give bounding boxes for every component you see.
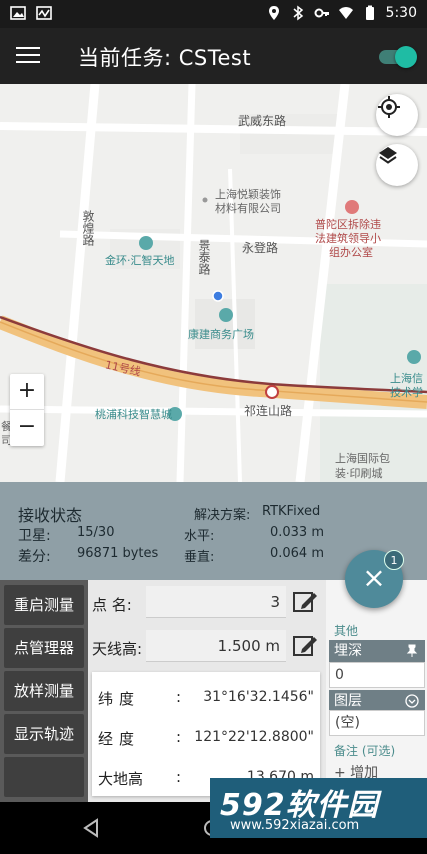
crosshair-icon — [378, 96, 400, 118]
zoom-out-button[interactable]: − — [10, 410, 44, 446]
location-icon — [268, 6, 279, 20]
satellite-label: 卫星: — [18, 528, 51, 544]
map-label-poi: 组办公室 — [329, 246, 373, 259]
point-name-label: 点 名: — [92, 596, 132, 614]
other-panel: 其他 埋深 0 图层 (空) 备注 (可选) + 增加 — [326, 580, 427, 802]
point-name-input[interactable]: 3 — [146, 586, 286, 618]
layer-header: 图层 — [329, 690, 425, 712]
page-title: 当前任务: CSTest — [78, 46, 252, 70]
horizontal-value: 0.033 m — [269, 525, 324, 540]
empty-button[interactable] — [4, 757, 84, 797]
map-label-road: 景泰路 — [197, 239, 211, 275]
solution-label: 解决方案: — [194, 508, 251, 523]
wifi-icon — [338, 7, 353, 19]
vertical-label: 垂直: — [184, 550, 215, 565]
map-label-road: 永登路 — [242, 241, 279, 255]
map-label-poi: 金环·汇智天地 — [105, 254, 175, 267]
bluetooth-icon — [293, 5, 303, 21]
latitude-label: 纬度 — [98, 690, 141, 708]
map-view[interactable]: 武威东路 敦煌路 景泰路 永登路 祁连山路 11号线 上海悦颖装饰 材料有限公司… — [0, 84, 427, 482]
action-sidebar: 重启测量 点管理器 放样测量 显示轨迹 — [0, 580, 88, 802]
remark-label: 备注 (可选) — [334, 744, 396, 758]
image-icon — [10, 6, 26, 20]
point-fields: 点 名: 3 天线高: 1.500 m 纬度 : 31°16'32.1456" … — [88, 580, 326, 802]
restart-survey-button[interactable]: 重启测量 — [4, 585, 84, 625]
receive-status-title: 接收状态 — [18, 506, 83, 525]
layers-icon — [379, 147, 397, 164]
latitude-colon: : — [176, 688, 182, 706]
chevron-down-icon[interactable] — [405, 694, 419, 708]
vertical-value: 0.064 m — [269, 546, 324, 561]
map-label-poi: 桃浦科技智慧城 — [95, 408, 172, 421]
stakeout-button[interactable]: 放样测量 — [4, 671, 84, 711]
antenna-height-label: 天线高: — [92, 640, 143, 658]
map-label-poi: 上海国际包 — [335, 452, 390, 465]
clock: 5:30 — [385, 5, 417, 21]
map-label-road: 武威东路 — [238, 114, 287, 128]
height-label: 大地高 — [98, 770, 144, 788]
other-heading: 其他 — [334, 624, 359, 638]
longitude-label: 经度 — [98, 730, 141, 748]
point-manager-button[interactable]: 点管理器 — [4, 628, 84, 668]
map-label-poi: 技术学 — [390, 386, 423, 399]
watermark-url: www.592xiazai.com — [230, 818, 360, 833]
status-bar: 5:30 — [0, 0, 427, 28]
pin-icon[interactable] — [405, 644, 419, 658]
survey-form: 重启测量 点管理器 放样测量 显示轨迹 点 名: 3 天线高: 1.500 m … — [0, 580, 427, 802]
map-roads — [0, 84, 427, 482]
map-label-road: 敦煌路 — [81, 210, 95, 246]
layers-button[interactable] — [376, 144, 418, 186]
my-location-button[interactable] — [376, 94, 418, 136]
longitude-colon: : — [176, 728, 182, 746]
solution-value: RTKFixed — [262, 504, 321, 519]
longitude-value: 121°22'12.8800" — [194, 729, 314, 745]
diff-label: 差分: — [18, 549, 51, 565]
layer-select[interactable]: (空) — [329, 710, 425, 736]
watermark-logo: 592软件园 www.592xiazai.com — [210, 778, 427, 838]
edit-icon[interactable] — [292, 633, 318, 659]
height-colon: : — [176, 768, 182, 786]
task-toggle[interactable] — [377, 46, 417, 68]
map-label-road: 祁连山路 — [244, 404, 293, 418]
app-bar: 当前任务: CSTest — [0, 28, 427, 84]
map-label-poi: 装·印刷城 — [335, 467, 383, 480]
satellite-value: 15/30 — [77, 525, 115, 540]
latitude-value: 31°16'32.1456" — [203, 689, 314, 705]
depth-header: 埋深 — [329, 640, 425, 662]
diff-value: 96871 bytes — [77, 546, 159, 561]
map-label-poi: 材料有限公司 — [215, 202, 281, 215]
horizontal-label: 水平: — [184, 529, 215, 544]
key-icon — [314, 8, 329, 18]
depth-input[interactable]: 0 — [329, 662, 425, 688]
show-track-button[interactable]: 显示轨迹 — [4, 714, 84, 754]
fab-badge: 1 — [384, 550, 404, 570]
zoom-in-button[interactable]: + — [10, 374, 44, 410]
battery-icon — [365, 5, 374, 20]
zoom-control: + − — [10, 374, 44, 446]
back-icon[interactable] — [82, 818, 100, 838]
layer-label: 图层 — [334, 693, 362, 709]
depth-label: 埋深 — [334, 643, 362, 659]
antenna-height-input[interactable]: 1.500 m — [146, 630, 286, 662]
activity-icon — [36, 6, 52, 20]
edit-icon[interactable] — [292, 589, 318, 615]
map-label-poi: 康建商务广场 — [188, 328, 254, 341]
menu-icon[interactable] — [14, 42, 42, 70]
